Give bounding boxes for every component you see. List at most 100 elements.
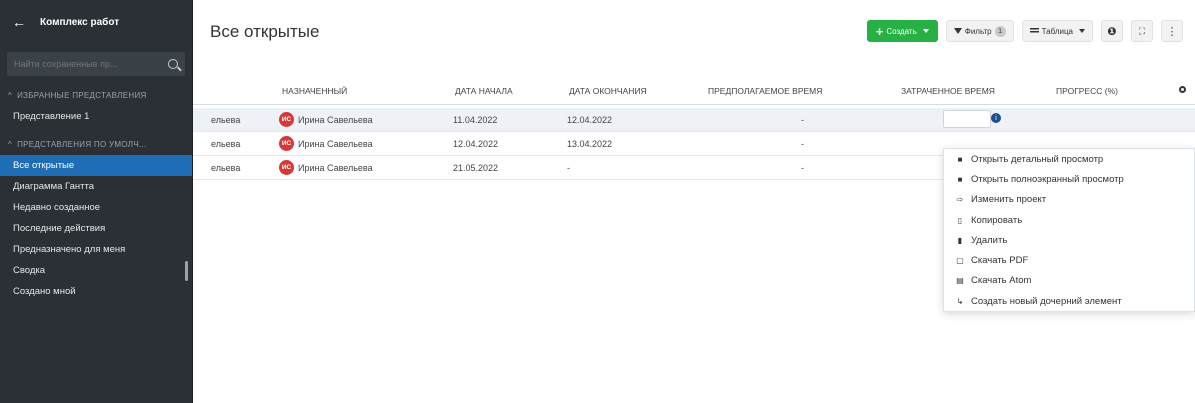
toolbar: + Создать Фильтр 1 Таблица ❶ ⛶ ⋮ bbox=[866, 20, 1183, 42]
cell-estimated: - bbox=[801, 139, 804, 149]
section-label: ПРЕДСТАВЛЕНИЯ ПО УМОЛЧ... bbox=[17, 139, 147, 149]
filter-icon bbox=[953, 28, 962, 34]
fullscreen-button[interactable]: ⛶ bbox=[1131, 20, 1153, 42]
plus-icon: + bbox=[875, 23, 884, 39]
info-button[interactable]: ❶ bbox=[1101, 20, 1123, 42]
assignee-name: Ирина Савельева bbox=[298, 138, 373, 149]
cell-end-date: 13.04.2022 bbox=[567, 139, 613, 149]
column-settings-icon[interactable] bbox=[1179, 86, 1186, 93]
column-progress[interactable]: ПРОГРЕСС (%) bbox=[1056, 86, 1118, 96]
cell-start-date: 12.04.2022 bbox=[453, 139, 499, 149]
sidebar-item-view-1[interactable]: Представление 1 bbox=[0, 106, 192, 127]
file-atom-icon: ▤ bbox=[956, 276, 964, 286]
menu-download-pdf[interactable]: ▢ Скачать PDF bbox=[944, 250, 1194, 270]
sidebar: ← Комплекс работ ^ ИЗБРАННЫЕ ПРЕДСТАВЛЕН… bbox=[0, 0, 193, 403]
info-icon: ❶ bbox=[1107, 25, 1117, 38]
section-default-views[interactable]: ^ ПРЕДСТАВЛЕНИЯ ПО УМОЛЧ... bbox=[0, 133, 192, 155]
cell-assignee[interactable]: ИС Ирина Савельева bbox=[279, 112, 373, 127]
arrow-left-icon[interactable]: ← bbox=[12, 14, 26, 30]
fullscreen-view-icon: ■ bbox=[957, 174, 963, 184]
search-input[interactable] bbox=[14, 59, 154, 69]
cell-start-date: 11.04.2022 bbox=[453, 115, 498, 125]
sidebar-item-assigned-to-me[interactable]: Предназначено для меня bbox=[0, 239, 192, 260]
search-icon[interactable] bbox=[168, 59, 178, 69]
sidebar-item-created-by-me[interactable]: Создано мной bbox=[0, 281, 192, 302]
table-row[interactable]: ельева ИС Ирина Савельева 11.04.2022 12.… bbox=[193, 108, 1195, 132]
column-start-date[interactable]: ДАТА НАЧАЛА bbox=[455, 86, 513, 96]
cell-end-date: - bbox=[567, 163, 570, 173]
table-icon bbox=[1029, 28, 1039, 34]
menu-item-label: Скачать PDF bbox=[971, 255, 1029, 267]
avatar: ИС bbox=[279, 136, 294, 151]
menu-item-label: Скачать Atom bbox=[971, 275, 1032, 287]
cell-assignee[interactable]: ИС Ирина Савельева bbox=[279, 160, 373, 175]
assignee-name: Ирина Савельева bbox=[298, 162, 373, 173]
assignee-name: Ирина Савельева bbox=[298, 114, 373, 125]
header-divider bbox=[193, 104, 1195, 105]
section-favorites[interactable]: ^ ИЗБРАННЫЕ ПРЕДСТАВЛЕНИЯ bbox=[0, 84, 192, 106]
menu-download-atom[interactable]: ▤ Скачать Atom bbox=[944, 271, 1194, 291]
sidebar-scrollbar[interactable] bbox=[185, 261, 188, 281]
table-header: НАЗНАЧЕННЫЙ ДАТА НАЧАЛА ДАТА ОКОНЧАНИЯ П… bbox=[193, 86, 1195, 105]
progress-input[interactable] bbox=[943, 110, 991, 128]
more-vertical-icon: ⋮ bbox=[1166, 25, 1178, 38]
column-assignee[interactable]: НАЗНАЧЕННЫЙ bbox=[282, 86, 347, 96]
sidebar-title: Комплекс работ bbox=[40, 16, 120, 28]
chevron-down-icon bbox=[1079, 29, 1085, 33]
copy-icon: ▯ bbox=[957, 215, 963, 225]
column-estimated-time[interactable]: ПРЕДПОЛАГАЕМОЕ ВРЕМЯ bbox=[708, 86, 822, 96]
section-label: ИЗБРАННЫЕ ПРЕДСТАВЛЕНИЯ bbox=[17, 90, 147, 100]
cell-partial: ельева bbox=[211, 163, 241, 173]
sidebar-item-gantt[interactable]: Диаграмма Гантта bbox=[0, 176, 192, 197]
fullscreen-icon: ⛶ bbox=[1138, 25, 1146, 36]
cell-assignee[interactable]: ИС Ирина Савельева bbox=[279, 136, 373, 151]
menu-open-details[interactable]: ■ Открыть детальный просмотр bbox=[944, 149, 1194, 169]
create-button[interactable]: + Создать bbox=[866, 20, 938, 42]
file-pdf-icon: ▢ bbox=[956, 256, 964, 266]
sidebar-header: ← Комплекс работ bbox=[0, 0, 192, 44]
menu-open-fullscreen[interactable]: ■ Открыть полноэкранный просмотр bbox=[944, 169, 1194, 189]
chevron-down-icon bbox=[922, 29, 929, 33]
chevron-up-icon: ^ bbox=[8, 139, 13, 149]
filter-label: Фильтр bbox=[964, 26, 992, 36]
menu-create-child[interactable]: ↳ Создать новый дочерний элемент bbox=[944, 291, 1194, 311]
menu-item-label: Удалить bbox=[971, 234, 1008, 246]
menu-item-label: Копировать bbox=[971, 214, 1023, 226]
menu-item-label: Открыть детальный просмотр bbox=[971, 153, 1104, 165]
menu-item-label: Открыть полноэкранный просмотр bbox=[971, 173, 1124, 185]
row-info-icon[interactable]: i bbox=[991, 113, 1001, 123]
chevron-up-icon: ^ bbox=[8, 90, 13, 100]
cell-end-date: 12.04.2022 bbox=[567, 115, 613, 125]
avatar: ИС bbox=[279, 160, 294, 175]
column-spent-time[interactable]: ЗАТРАЧЕННОЕ ВРЕМЯ bbox=[901, 86, 995, 96]
details-view-icon: ■ bbox=[957, 154, 963, 164]
menu-copy[interactable]: ▯ Копировать bbox=[944, 210, 1194, 230]
sidebar-item-all-open[interactable]: Все открытые bbox=[0, 155, 192, 176]
cell-start-date: 21.05.2022 bbox=[453, 163, 499, 173]
avatar: ИС bbox=[279, 112, 294, 127]
cell-estimated: - bbox=[801, 115, 804, 125]
menu-delete[interactable]: ▮ Удалить bbox=[944, 230, 1194, 250]
column-end-date[interactable]: ДАТА ОКОНЧАНИЯ bbox=[569, 86, 647, 96]
trash-icon: ▮ bbox=[957, 235, 963, 245]
more-button[interactable]: ⋮ bbox=[1161, 20, 1183, 42]
view-mode-label: Таблица bbox=[1041, 26, 1073, 36]
create-label: Создать bbox=[886, 26, 917, 36]
filter-count-badge: 1 bbox=[994, 25, 1006, 37]
cell-partial: ельева bbox=[211, 115, 241, 125]
cell-estimated: - bbox=[801, 163, 804, 173]
view-mode-button[interactable]: Таблица bbox=[1021, 20, 1093, 42]
menu-item-label: Изменить проект bbox=[971, 194, 1047, 206]
cell-partial: ельева bbox=[211, 139, 241, 149]
sidebar-item-recently-created[interactable]: Недавно созданное bbox=[0, 197, 192, 218]
row-context-menu: ■ Открыть детальный просмотр ■ Открыть п… bbox=[943, 148, 1195, 312]
menu-change-project[interactable]: ⇨ Изменить проект bbox=[944, 190, 1194, 210]
sidebar-item-recent-activity[interactable]: Последние действия bbox=[0, 218, 192, 239]
menu-item-label: Создать новый дочерний элемент bbox=[971, 295, 1122, 307]
saved-views-search[interactable] bbox=[7, 52, 185, 76]
move-icon: ⇨ bbox=[956, 195, 964, 205]
subtask-icon: ↳ bbox=[956, 296, 964, 306]
sidebar-item-summary[interactable]: Сводка bbox=[0, 260, 192, 281]
filter-button[interactable]: Фильтр 1 bbox=[945, 20, 1014, 42]
page-title: Все открытые bbox=[210, 22, 320, 41]
